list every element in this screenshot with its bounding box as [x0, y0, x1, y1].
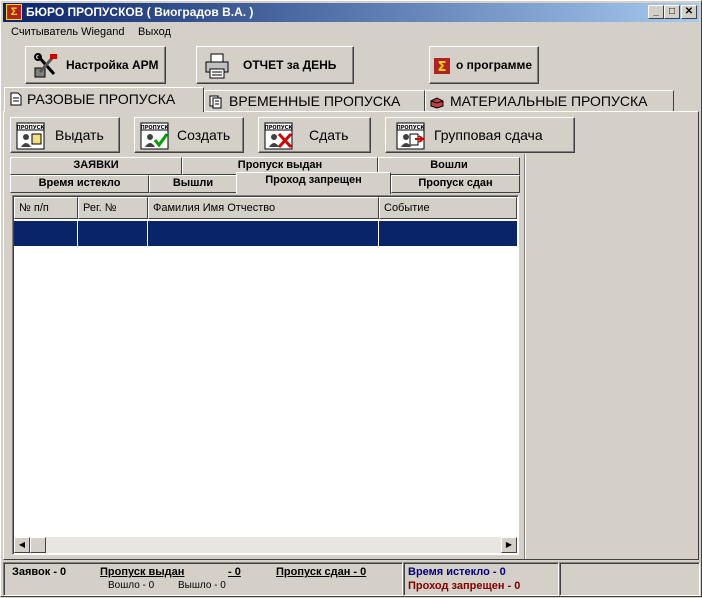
- tools-icon: [34, 53, 57, 78]
- about-button[interactable]: Σ о программе: [429, 46, 539, 84]
- status-pass-returned: Пропуск сдан - 0: [276, 566, 367, 578]
- subtab-pass-returned[interactable]: Пропуск сдан: [391, 175, 520, 193]
- create-button-label: Создать: [177, 127, 231, 143]
- subtab-access-denied[interactable]: Проход запрещен: [236, 172, 391, 194]
- menu-bar: Считыватель Wiegand Выход: [3, 24, 699, 42]
- pass-icon-text: ПРОПУСК: [17, 125, 46, 131]
- tab-label: РАЗОВЫЕ ПРОПУСКА: [27, 91, 176, 107]
- vertical-divider: [524, 154, 526, 559]
- pass-return-icon: ПРОПУСК: [264, 122, 294, 150]
- status-cell-empty: [559, 562, 700, 596]
- sigma-icon: Σ: [434, 58, 450, 74]
- minimize-button[interactable]: _: [648, 5, 664, 19]
- pass-icon-text: ПРОПУСК: [141, 125, 170, 131]
- pass-group-return-icon: ПРОПУСК: [396, 122, 426, 150]
- daily-report-button-label: ОТЧЕТ за ДЕНЬ: [243, 58, 337, 72]
- svg-text:Σ: Σ: [438, 60, 447, 74]
- table-cell: [14, 221, 78, 246]
- window-title: БЮРО ПРОПУСКОВ ( Виоградов В.А. ): [26, 5, 254, 19]
- status-cell-main: Заявок - 0 Пропуск выдан - 0 Вошло - 0 В…: [3, 562, 403, 596]
- pass-issue-icon: ПРОПУСК: [16, 122, 46, 150]
- status-entered: Вошло - 0: [108, 580, 155, 591]
- pass-icon-text: ПРОПУСК: [397, 125, 426, 131]
- status-requests: Заявок - 0: [12, 566, 67, 578]
- close-button[interactable]: ✕: [681, 5, 697, 19]
- column-header-reg-number[interactable]: Рег. №: [78, 197, 148, 219]
- app-icon[interactable]: Σ: [6, 4, 22, 20]
- subtab-requests[interactable]: ЗАЯВКИ: [10, 157, 182, 175]
- pass-icon-text: ПРОПУСК: [265, 125, 294, 131]
- about-button-label: о программе: [456, 58, 533, 72]
- status-exited: Вышло - 0: [178, 580, 226, 591]
- subtab-time-expired[interactable]: Время истекло: [10, 175, 149, 193]
- title-bar[interactable]: Σ БЮРО ПРОПУСКОВ ( Виоградов В.А. ) _ □ …: [3, 3, 699, 22]
- issue-button-label: Выдать: [55, 127, 104, 143]
- box-icon: [430, 97, 444, 109]
- menu-exit[interactable]: Выход: [138, 26, 171, 38]
- table-cell: [78, 221, 148, 246]
- horizontal-scrollbar[interactable]: ◀ ▶: [14, 537, 517, 553]
- printer-icon: [205, 53, 229, 79]
- status-cell-alerts: Время истекло - 0 Проход запрещен - 0: [403, 562, 559, 596]
- menu-wiegand-reader[interactable]: Считыватель Wiegand: [11, 26, 125, 38]
- column-header-event[interactable]: Событие: [379, 197, 517, 219]
- status-pass-issued-count: - 0: [228, 566, 241, 578]
- issue-button[interactable]: ПРОПУСК Выдать: [10, 117, 120, 153]
- table-cell: [379, 221, 517, 246]
- scroll-right-icon[interactable]: ▶: [501, 537, 517, 553]
- scroll-thumb[interactable]: [30, 537, 46, 553]
- maximize-button[interactable]: □: [664, 5, 680, 19]
- main-window: Σ БЮРО ПРОПУСКОВ ( Виоградов В.А. ) _ □ …: [0, 0, 702, 597]
- status-pass-issued: Пропуск выдан: [100, 566, 185, 578]
- scroll-left-icon[interactable]: ◀: [14, 537, 30, 553]
- settings-button-label: Настройка АРМ: [66, 58, 159, 72]
- document-icon: [10, 92, 22, 106]
- group-return-button-label: Групповая сдача: [434, 127, 543, 143]
- events-table[interactable]: № п/п Рег. № Фамилия Имя Отчество Событи…: [12, 195, 519, 555]
- tab-one-time-passes[interactable]: РАЗОВЫЕ ПРОПУСКА: [4, 87, 204, 112]
- create-button[interactable]: ПРОПУСК Создать: [134, 117, 244, 153]
- status-bar: Заявок - 0 Пропуск выдан - 0 Вошло - 0 В…: [1, 561, 702, 598]
- settings-button[interactable]: Настройка АРМ: [25, 46, 166, 84]
- daily-report-button[interactable]: ОТЧЕТ за ДЕНЬ: [196, 46, 354, 84]
- return-button-label: Сдать: [309, 127, 349, 143]
- status-access-denied: Проход запрещен - 0: [408, 580, 521, 592]
- subtab-exited[interactable]: Вышли: [149, 175, 237, 193]
- table-cell: [148, 221, 379, 246]
- column-header-full-name[interactable]: Фамилия Имя Отчество: [148, 197, 379, 219]
- tab-material-passes[interactable]: МАТЕРИАЛЬНЫЕ ПРОПУСКА: [425, 90, 674, 112]
- tab-label: ВРЕМЕННЫЕ ПРОПУСКА: [229, 93, 401, 109]
- group-return-button[interactable]: ПРОПУСК Групповая сдача: [385, 117, 575, 153]
- table-row-selected[interactable]: [14, 221, 517, 246]
- column-header-number[interactable]: № п/п: [14, 197, 78, 219]
- subtab-entered[interactable]: Вошли: [378, 157, 520, 175]
- documents-icon: [209, 95, 222, 109]
- return-button[interactable]: ПРОПУСК Сдать: [258, 117, 371, 153]
- tab-temporary-passes[interactable]: ВРЕМЕННЫЕ ПРОПУСКА: [204, 90, 425, 112]
- pass-create-icon: ПРОПУСК: [140, 122, 170, 150]
- status-time-expired: Время истекло - 0: [408, 566, 506, 578]
- tab-label: МАТЕРИАЛЬНЫЕ ПРОПУСКА: [450, 93, 648, 109]
